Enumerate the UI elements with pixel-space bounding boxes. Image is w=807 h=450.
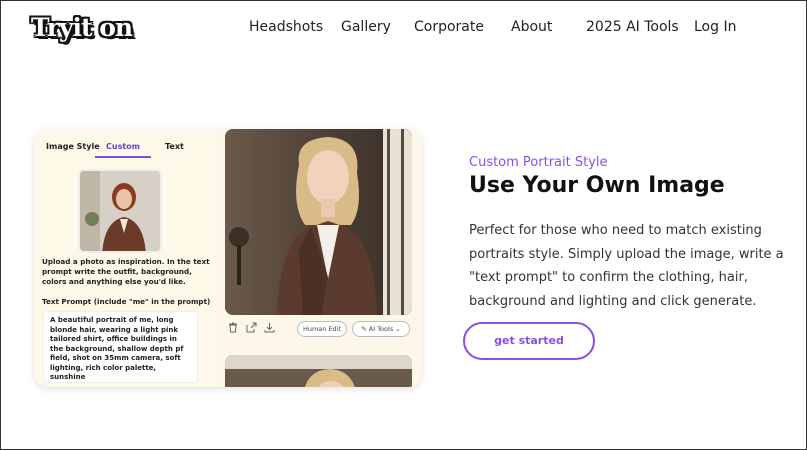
generated-portrait-image-2[interactable]: [225, 355, 412, 387]
nav-link-ai-tools[interactable]: 2025 AI Tools: [586, 19, 679, 35]
tab-image-style[interactable]: Image Style: [46, 142, 100, 151]
app-preview-card: Image Style Custom Text Upload a photo a…: [34, 129, 422, 387]
wand-icon: ✎: [361, 325, 367, 333]
chevron-down-icon: ⌄: [395, 325, 401, 333]
tab-custom[interactable]: Custom: [106, 142, 140, 151]
tab-text[interactable]: Text: [165, 142, 184, 151]
ai-tools-dropdown[interactable]: ✎ AI Tools ⌄: [352, 321, 410, 337]
custom-style-panel: Image Style Custom Text Upload a photo a…: [34, 129, 214, 387]
text-prompt-input[interactable]: A beautiful portrait of me, long blonde …: [43, 311, 198, 383]
active-tab-indicator: [95, 156, 151, 158]
nav-link-headshots[interactable]: Headshots: [249, 19, 323, 35]
share-icon[interactable]: [245, 322, 257, 334]
generated-portrait-image[interactable]: [225, 129, 412, 315]
nav-link-about[interactable]: About: [511, 19, 552, 35]
section-headline: Use Your Own Image: [469, 173, 725, 198]
ai-tools-label: AI Tools: [368, 325, 394, 333]
download-icon[interactable]: [263, 322, 275, 334]
inspiration-image[interactable]: [78, 169, 162, 253]
site-logo[interactable]: Tryit on: [31, 13, 133, 42]
human-edit-button[interactable]: Human Edit: [297, 321, 347, 337]
nav-link-corporate[interactable]: Corporate: [414, 19, 484, 35]
nav-link-gallery[interactable]: Gallery: [341, 19, 391, 35]
upload-instructions: Upload a photo as inspiration. In the te…: [42, 257, 210, 286]
trash-icon[interactable]: [227, 322, 239, 334]
section-description: Perfect for those who need to match exis…: [469, 223, 784, 309]
nav-link-login[interactable]: Log In: [694, 19, 736, 35]
prompt-label: Text Prompt (include "me" in the prompt): [42, 297, 211, 306]
section-eyebrow: Custom Portrait Style: [469, 155, 608, 170]
get-started-button[interactable]: get started: [463, 322, 595, 360]
